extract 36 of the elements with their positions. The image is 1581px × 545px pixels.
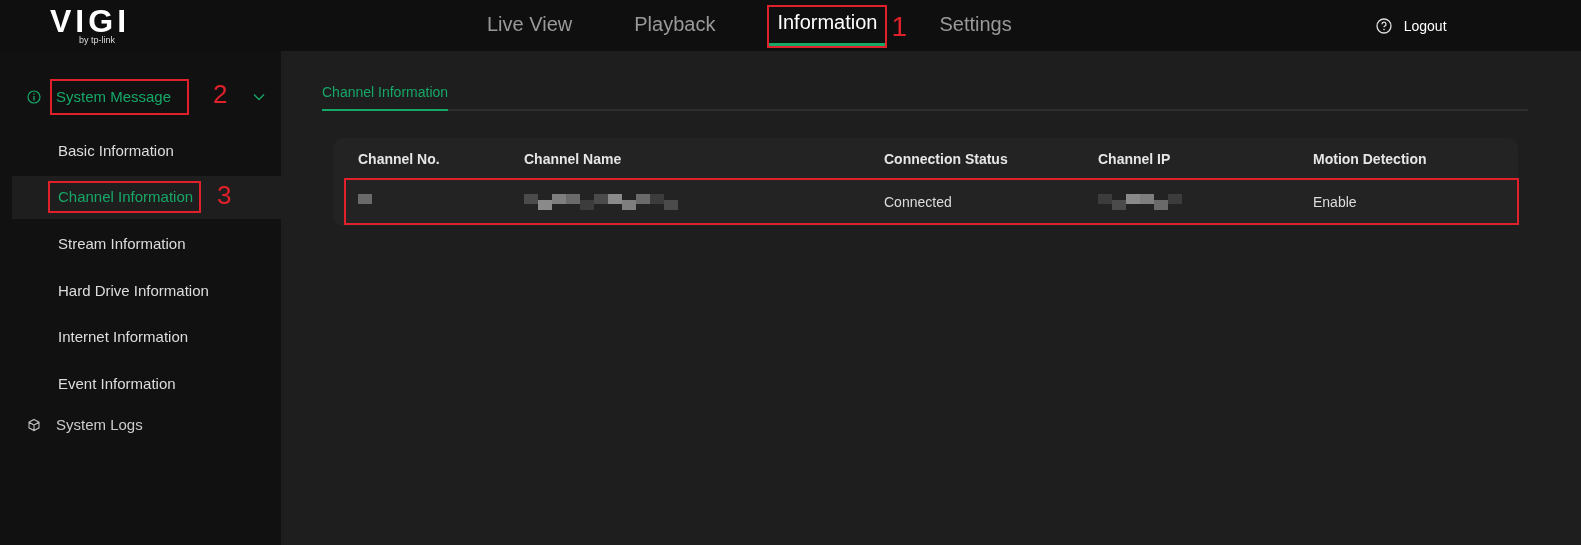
sidebar-item[interactable]: Event Information <box>12 361 281 405</box>
table-cell-text: Enable <box>1313 194 1358 210</box>
nav-tab[interactable]: Playback <box>634 3 716 48</box>
column-header: Channel IP <box>1098 150 1172 167</box>
column-header: Channel No. <box>358 150 441 167</box>
sub-tab[interactable]: Channel Information <box>322 81 449 111</box>
column-header: Motion Detection <box>1313 150 1428 167</box>
sidebar-item[interactable]: Channel Information 3 <box>12 175 281 219</box>
sidebar-item[interactable]: Basic Information <box>12 129 281 172</box>
chevron-icon[interactable] <box>253 93 265 101</box>
annotation-number: 1 <box>891 11 908 43</box>
sidebar-item[interactable]: Stream Information <box>12 222 281 265</box>
info-icon <box>27 90 41 104</box>
nav-tab[interactable]: Settings <box>939 3 1012 48</box>
annotation-number: 3 <box>217 179 232 211</box>
item-label: Channel Information <box>48 181 202 213</box>
item-label: Internet Information <box>58 328 189 345</box>
column-header: Channel Name <box>524 150 623 167</box>
item-label: Hard Drive Information <box>58 281 209 299</box>
nav-tab[interactable]: Information <box>767 5 888 48</box>
sidebar-group[interactable]: System Message <box>50 79 190 115</box>
annotation-number: 2 <box>213 79 228 110</box>
logo-wordmark: VIGI <box>50 6 130 36</box>
item-label: Event Information <box>58 374 176 392</box>
logo-tagline: by tp-link <box>79 35 115 45</box>
cube-icon <box>27 417 41 432</box>
sidebar-item[interactable]: Hard Drive Information <box>12 268 281 312</box>
nav-tab[interactable]: Live View <box>487 3 573 48</box>
help-icon <box>1375 17 1392 34</box>
table-cell-text: Connected <box>884 194 953 210</box>
sidebar-group[interactable]: System Logs <box>56 416 143 433</box>
column-header: Connection Status <box>884 150 1009 167</box>
sidebar-item[interactable]: Internet Information <box>12 315 281 358</box>
item-label: Stream Information <box>58 235 186 252</box>
item-label: Basic Information <box>58 142 174 159</box>
logout-button[interactable]: Logout <box>1369 16 1453 35</box>
